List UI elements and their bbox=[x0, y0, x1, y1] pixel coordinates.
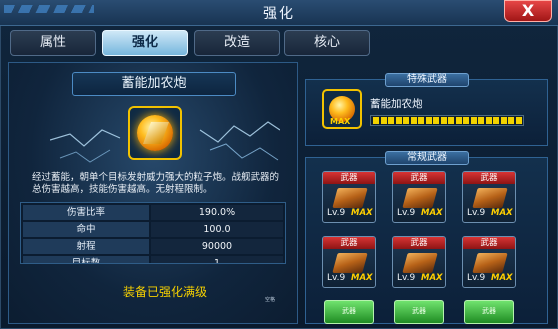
stats-table: 伤害比率 190.0% 命中 100.0 射程 90000 目标数 1 bbox=[20, 202, 286, 264]
stat-label: 目标数 bbox=[23, 256, 149, 263]
stat-value: 190.0% bbox=[151, 205, 283, 220]
energy-segment bbox=[463, 117, 469, 124]
energy-segment bbox=[410, 117, 417, 124]
maxed-status: 装备已强化满级 bbox=[122, 285, 207, 299]
weapon-card[interactable]: 武器 Lv.9 MAX bbox=[322, 171, 376, 223]
energy-segment bbox=[395, 117, 402, 124]
energy-segment bbox=[418, 117, 424, 124]
special-weapon-name: 蓄能加农炮 bbox=[370, 98, 423, 110]
weapon-slot-label: 武器 bbox=[342, 307, 356, 315]
weapon-slot-label: 武器 bbox=[482, 307, 496, 315]
card-max: MAX bbox=[351, 273, 373, 283]
card-level: Lv.9 bbox=[467, 208, 486, 218]
stat-value: 90000 bbox=[151, 239, 283, 254]
weapon-slot-label: 武器 bbox=[412, 307, 426, 315]
weapon-card[interactable]: 武器 Lv.9 MAX bbox=[392, 171, 446, 223]
card-tag: 武器 bbox=[393, 237, 445, 249]
energy-segment bbox=[448, 117, 454, 124]
cannon-icon bbox=[472, 188, 508, 208]
stat-row: 目标数 1 bbox=[23, 256, 283, 263]
stat-label: 射程 bbox=[23, 239, 149, 254]
card-max: MAX bbox=[351, 208, 373, 218]
cannon-icon bbox=[472, 253, 508, 273]
card-tag: 武器 bbox=[323, 237, 375, 249]
card-level: Lv.9 bbox=[467, 273, 486, 283]
weapon-card[interactable]: 武器 Lv.9 MAX bbox=[462, 236, 516, 288]
special-weapon-header: 特殊武器 bbox=[385, 73, 469, 87]
card-level: Lv.9 bbox=[327, 273, 346, 283]
special-weapon-icon[interactable]: MAX bbox=[322, 89, 362, 129]
title-bar: 强化 X bbox=[0, 0, 558, 26]
weapon-slot-button[interactable]: 武器 bbox=[324, 300, 374, 324]
small-label: 空格 bbox=[265, 297, 276, 303]
stat-row: 命中 100.0 bbox=[23, 222, 283, 237]
card-tag: 武器 bbox=[323, 172, 375, 184]
card-max: MAX bbox=[421, 273, 443, 283]
card-level: Lv.9 bbox=[397, 208, 416, 218]
weapon-name: 蓄能加农炮 bbox=[72, 72, 236, 96]
energy-segment bbox=[388, 117, 394, 124]
cannon-icon bbox=[332, 253, 368, 273]
energy-segment bbox=[485, 117, 492, 124]
tab-attributes[interactable]: 属性 bbox=[10, 30, 96, 56]
card-max: MAX bbox=[421, 208, 443, 218]
card-tag: 武器 bbox=[463, 237, 515, 249]
weapon-slot-button[interactable]: 武器 bbox=[394, 300, 444, 324]
weapon-description: 经过蓄能，朝单个目标发射威力强大的粒子炮。战舰武器的总伤害越高，技能伤害越高。无… bbox=[32, 172, 280, 195]
card-tag: 武器 bbox=[393, 172, 445, 184]
weapon-card[interactable]: 武器 Lv.9 MAX bbox=[392, 236, 446, 288]
stat-value: 1 bbox=[151, 256, 283, 263]
stat-label: 伤害比率 bbox=[23, 205, 149, 220]
plasma-cannon-icon bbox=[128, 106, 182, 160]
weapon-card[interactable]: 武器 Lv.9 MAX bbox=[322, 236, 376, 288]
card-level: Lv.9 bbox=[397, 273, 416, 283]
regular-weapons-header: 常规武器 bbox=[385, 151, 469, 165]
energy-segment bbox=[373, 117, 379, 124]
energy-segment bbox=[470, 117, 477, 124]
card-level: Lv.9 bbox=[327, 208, 346, 218]
energy-segment bbox=[500, 117, 507, 124]
stat-label: 命中 bbox=[23, 222, 149, 237]
card-max: MAX bbox=[491, 208, 513, 218]
tab-enhance[interactable]: 强化 bbox=[102, 30, 188, 56]
weapon-card[interactable]: 武器 Lv.9 MAX bbox=[462, 171, 516, 223]
cannon-icon bbox=[402, 188, 438, 208]
energy-segment bbox=[493, 117, 499, 124]
energy-segment bbox=[455, 117, 462, 124]
energy-segment bbox=[403, 117, 409, 124]
energy-segment bbox=[433, 117, 439, 124]
cannon-icon bbox=[332, 188, 368, 208]
energy-segment bbox=[515, 117, 522, 124]
max-badge: MAX bbox=[330, 117, 351, 126]
stat-row: 射程 90000 bbox=[23, 239, 283, 254]
cannon-icon bbox=[402, 253, 438, 273]
tab-core[interactable]: 核心 bbox=[284, 30, 370, 56]
stat-row: 伤害比率 190.0% bbox=[23, 205, 283, 220]
card-max: MAX bbox=[491, 273, 513, 283]
energy-segment bbox=[440, 117, 447, 124]
weapon-slot-button[interactable]: 武器 bbox=[464, 300, 514, 324]
energy-segment bbox=[380, 117, 387, 124]
energy-segment bbox=[425, 117, 432, 124]
window-title: 强化 bbox=[263, 6, 295, 22]
energy-bar bbox=[370, 115, 524, 126]
tab-modify[interactable]: 改造 bbox=[194, 30, 280, 56]
energy-segment bbox=[478, 117, 484, 124]
card-tag: 武器 bbox=[463, 172, 515, 184]
energy-segment bbox=[508, 117, 514, 124]
stat-value: 100.0 bbox=[151, 222, 283, 237]
close-button[interactable]: X bbox=[504, 0, 552, 22]
